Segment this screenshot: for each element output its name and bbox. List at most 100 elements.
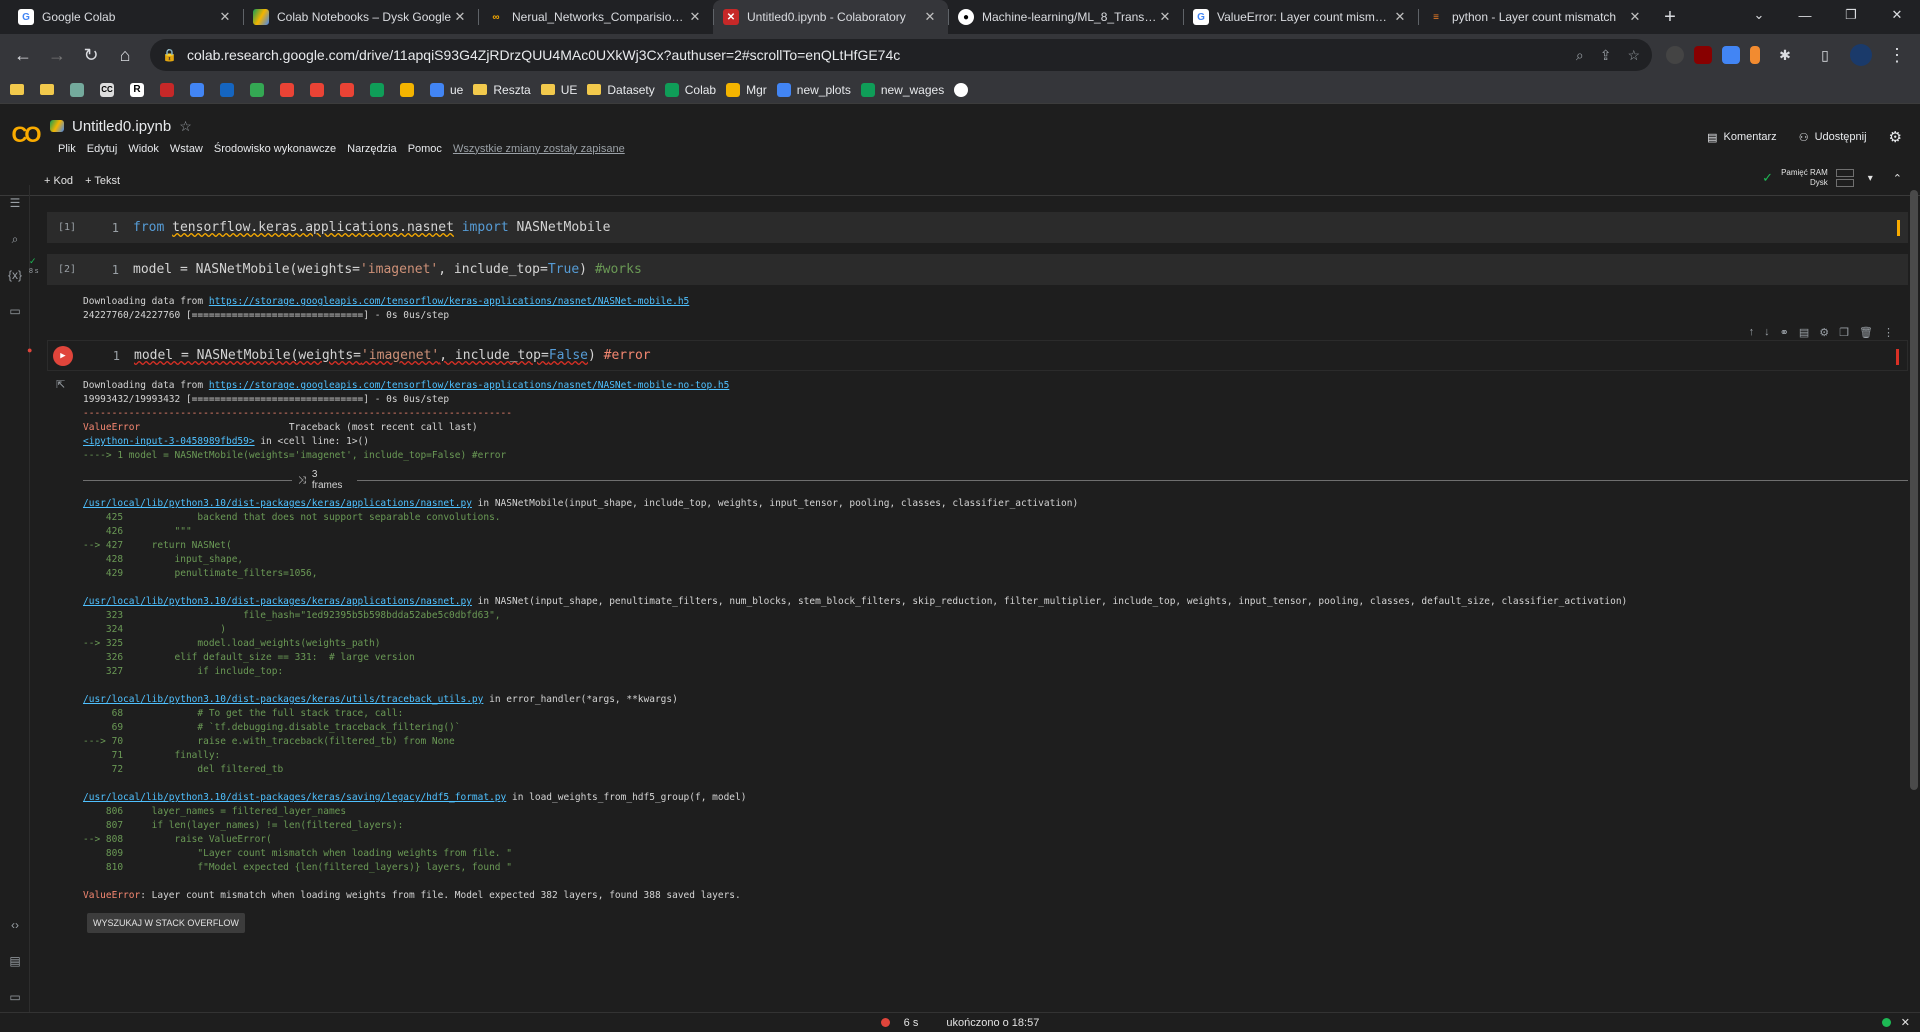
bookmark-folder[interactable] [10,84,30,95]
new-tab-button[interactable]: + [1653,0,1687,34]
ublock-icon[interactable] [1694,46,1712,64]
menu-insert[interactable]: Wstaw [170,143,203,155]
code-snippets-icon[interactable]: ‹› [0,907,30,943]
browser-tab[interactable]: G ValueError: Layer count mismatch ✕ [1183,0,1418,34]
menu-edit[interactable]: Edytuj [87,143,118,155]
close-icon[interactable]: ✕ [922,9,938,25]
sidepanel-icon[interactable]: ▯ [1810,40,1840,70]
saved-status[interactable]: Wszystkie zmiany zostały zapisane [453,143,625,155]
home-icon[interactable]: ⌂ [110,40,140,70]
close-icon[interactable]: ✕ [687,9,703,25]
minimize-icon[interactable]: — [1782,0,1828,30]
code-cell[interactable]: ✓ 8 s [2] 1 model = NASNetMobile(weights… [29,254,1908,323]
settings-icon[interactable]: ⚙ [1819,326,1829,339]
run-button[interactable]: ▶ [53,346,73,366]
bookmark[interactable] [370,82,390,97]
menu-runtime[interactable]: Środowisko wykonawcze [214,143,336,155]
reload-icon[interactable]: ↻ [76,40,106,70]
profile-avatar[interactable] [1850,44,1872,66]
close-icon[interactable]: ✕ [1627,9,1643,25]
scrollbar[interactable] [1910,190,1918,790]
close-window-icon[interactable]: ✕ [1874,0,1920,30]
code-cell[interactable]: [1] 1 from tensorflow.keras.applications… [47,212,1908,243]
add-text-button[interactable]: + Tekst [85,175,120,187]
browser-tab[interactable]: Colab Notebooks – Dysk Google ✕ [243,0,478,34]
url-text[interactable]: colab.research.google.com/drive/11apqiS9… [187,47,1576,63]
code-editor[interactable]: ▶ 1 model = NASNetMobile(weights='imagen… [47,340,1908,371]
settings-icon[interactable]: ⚙ [1889,128,1902,146]
share-button[interactable]: ⚇ Udostępnij [1799,131,1867,144]
resources-indicator[interactable]: ✓ Pamięć RAM Dysk ▾ ⌃ [1762,168,1902,188]
browser-tab[interactable]: ∞ Nerual_Networks_Comparision.ipynb✕ [478,0,713,34]
link-icon[interactable]: ⚭ [1780,326,1789,339]
output-link[interactable]: https://storage.googleapis.com/tensorflo… [209,380,729,391]
bookmark[interactable] [340,82,360,97]
traceback-link[interactable]: /usr/local/lib/python3.10/dist-packages/… [83,596,472,607]
command-palette-icon[interactable]: ▤ [0,943,30,979]
restore-icon[interactable]: ❐ [1828,0,1874,30]
code-editor[interactable]: [1] 1 from tensorflow.keras.applications… [47,212,1908,243]
browser-tab[interactable]: ≡ python - Layer count mismatch ✕ [1418,0,1653,34]
menu-file[interactable]: Plik [58,143,76,155]
frames-collapse[interactable]: ⤨ 3 frames [83,469,1908,491]
bookmark[interactable] [160,82,180,97]
bookmark[interactable] [220,82,240,97]
search-stackoverflow-button[interactable]: WYSZUKAJ W STACK OVERFLOW [87,913,245,933]
add-code-button[interactable]: + Kod [44,175,73,187]
lock-icon[interactable]: 🔒 [162,48,177,62]
bookmark[interactable]: Colab [664,82,716,97]
traceback-link[interactable]: /usr/local/lib/python3.10/dist-packages/… [83,498,472,509]
delete-icon[interactable]: 🗑 [1859,326,1873,339]
comment-icon[interactable]: ▤ [1799,326,1809,339]
traceback-link[interactable]: /usr/local/lib/python3.10/dist-packages/… [83,694,483,705]
browser-tab[interactable]: G Google Colab ✕ [8,0,243,34]
close-icon[interactable]: ✕ [1392,9,1408,25]
bookmark[interactable]: CC [100,82,120,97]
bookmark[interactable]: new_wages [860,82,944,97]
search-icon[interactable]: ⌕ [0,221,30,257]
menu-icon[interactable]: ⋮ [1882,40,1912,70]
output-clear-icon[interactable]: ⇱ [56,378,65,391]
star-icon[interactable]: ☆ [179,118,192,135]
traceback-link[interactable]: <ipython-input-3-0458989fbd59> [83,436,255,447]
code-cell-error[interactable]: ↑ ↓ ⚭ ▤ ⚙ ❐ 🗑 ⋮ ● ▶ 1 model = NASNetMobi… [27,326,1908,933]
bookmark[interactable] [190,82,210,97]
bookmark-folder[interactable]: Datasety [587,83,655,97]
extension-icon[interactable] [1666,46,1684,64]
output-link[interactable]: https://storage.googleapis.com/tensorflo… [209,296,689,307]
move-up-icon[interactable]: ↑ [1749,326,1755,339]
browser-tab[interactable]: ● Machine-learning/ML_8_Transfer ✕ [948,0,1183,34]
move-down-icon[interactable]: ↓ [1764,326,1770,339]
bookmark[interactable]: R [130,82,150,97]
bookmark[interactable] [250,82,270,97]
code-editor[interactable]: [2] 1 model = NASNetMobile(weights='imag… [47,254,1908,285]
bookmark[interactable] [310,82,330,97]
forward-icon[interactable]: → [42,40,72,70]
notebook-title[interactable]: Untitled0.ipynb [72,118,171,135]
close-icon[interactable]: ✕ [1157,9,1173,25]
close-icon[interactable]: ✕ [1901,1016,1910,1029]
connection-status-icon[interactable] [1881,1018,1891,1027]
menu-tools[interactable]: Narzędzia [347,143,397,155]
close-icon[interactable]: ✕ [452,9,468,25]
colab-logo[interactable]: CO [0,104,50,166]
bookmark[interactable] [280,82,300,97]
more-icon[interactable]: ⋮ [1883,326,1894,339]
zoom-icon[interactable]: ⌕ [1576,47,1584,64]
close-icon[interactable]: ✕ [217,9,233,25]
traceback-link[interactable]: /usr/local/lib/python3.10/dist-packages/… [83,792,506,803]
bookmark-folder[interactable]: UE [540,83,577,97]
share-page-icon[interactable]: ⇪ [1600,47,1612,64]
bookmark[interactable] [70,82,90,97]
tab-search-icon[interactable]: ⌄ [1736,0,1782,30]
address-bar[interactable]: 🔒 colab.research.google.com/drive/11apqi… [150,39,1652,71]
variables-icon[interactable]: {x} [0,257,30,293]
bookmark[interactable] [954,82,974,97]
toc-icon[interactable]: ☰ [0,185,30,221]
bookmark[interactable]: Mgr [726,82,767,97]
terminal-icon[interactable]: ▭ [0,979,30,1015]
menu-help[interactable]: Pomoc [408,143,442,155]
back-icon[interactable]: ← [8,40,38,70]
browser-tab-active[interactable]: ✕ Untitled0.ipynb - Colaboratory ✕ [713,0,948,34]
chevron-down-icon[interactable]: ▾ [1868,173,1873,184]
